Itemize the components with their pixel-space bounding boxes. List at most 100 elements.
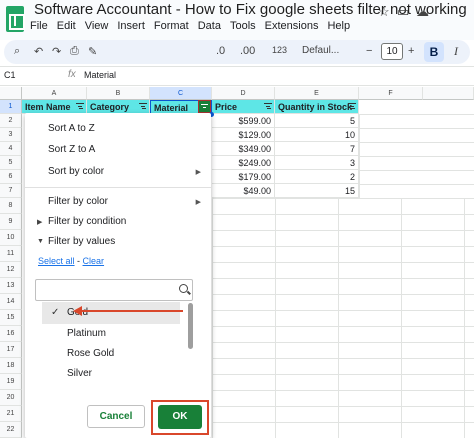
row-header[interactable]: 19 [0, 374, 22, 390]
cancel-button[interactable]: Cancel [87, 405, 145, 428]
row-header[interactable]: 22 [0, 422, 22, 438]
price-cell[interactable]: $249.00 [212, 156, 275, 170]
filter-icon[interactable] [139, 103, 147, 110]
sort-z-to-a[interactable]: Sort Z to A [48, 144, 95, 155]
number-format-button[interactable]: 123 [272, 45, 287, 55]
row-header[interactable]: 4 [0, 142, 22, 156]
value-option-silver[interactable]: Silver [42, 363, 180, 385]
filter-by-values[interactable]: Filter by values [48, 236, 115, 247]
row-header[interactable]: 3 [0, 128, 22, 142]
column-header-d[interactable]: D [212, 87, 275, 100]
cloud-status-icon[interactable]: ☁ [416, 4, 429, 20]
values-scrollbar[interactable] [188, 303, 193, 349]
column-header-g[interactable] [423, 87, 474, 100]
column-header-a[interactable]: A [22, 87, 87, 100]
bold-button[interactable]: B [424, 42, 444, 62]
quantity-cell[interactable]: 2 [275, 170, 359, 184]
expand-down-icon[interactable]: ▼ [37, 238, 44, 245]
price-cell[interactable]: $599.00 [212, 114, 275, 128]
value-search-input[interactable] [35, 279, 193, 301]
value-option-gold[interactable]: ✓ Gold [42, 302, 180, 324]
decimal-increase-icon[interactable]: .00 [240, 45, 255, 57]
row-header[interactable]: 17 [0, 342, 22, 358]
row-header[interactable]: 2 [0, 114, 22, 128]
menu-help[interactable]: Help [327, 20, 350, 32]
font-size-decrease-icon[interactable]: − [366, 45, 372, 57]
paint-format-icon[interactable]: ✎ [88, 45, 97, 58]
row-header[interactable]: 15 [0, 310, 22, 326]
row-header[interactable]: 12 [0, 262, 22, 278]
undo-icon[interactable]: ↶ [34, 45, 43, 58]
row-header[interactable]: 14 [0, 294, 22, 310]
filter-icon[interactable] [76, 103, 84, 110]
row-header[interactable]: 13 [0, 278, 22, 294]
price-cell[interactable]: $349.00 [212, 142, 275, 156]
expand-right-icon[interactable]: ▶ [37, 218, 42, 226]
active-filter-icon[interactable] [198, 100, 211, 113]
select-all-link[interactable]: Select all [38, 256, 75, 266]
column-header-f[interactable]: F [359, 87, 423, 100]
row-header[interactable]: 21 [0, 406, 22, 422]
menu-format[interactable]: Format [154, 20, 189, 32]
value-option-platinum[interactable]: Platinum [42, 323, 180, 345]
filter-icon[interactable] [348, 103, 356, 110]
italic-icon[interactable]: I [454, 44, 458, 59]
formula-input[interactable]: Material [84, 70, 116, 80]
header-cell-quantity[interactable]: Quantity in Stock [275, 100, 359, 114]
clear-link[interactable]: Clear [83, 256, 105, 266]
header-cell-item-name[interactable]: Item Name [22, 100, 87, 114]
filter-by-condition[interactable]: Filter by condition [48, 216, 126, 227]
grid-body-right[interactable] [359, 114, 474, 198]
quantity-cell[interactable]: 3 [275, 156, 359, 170]
value-option-rose-gold[interactable]: Rose Gold [42, 343, 180, 365]
font-family-select[interactable]: Defaul... [302, 45, 339, 56]
sheets-logo-icon[interactable] [6, 6, 25, 32]
folder-move-icon[interactable]: ▭ [397, 4, 409, 20]
row-header[interactable]: 6 [0, 170, 22, 184]
font-size-input[interactable]: 10 [381, 43, 403, 60]
quantity-cell[interactable]: 7 [275, 142, 359, 156]
filter-icon[interactable] [264, 103, 272, 110]
menu-tools[interactable]: Tools [230, 20, 256, 32]
grid-body[interactable] [212, 198, 474, 438]
font-size-increase-icon[interactable]: + [408, 45, 414, 57]
header-cell-price[interactable]: Price [212, 100, 275, 114]
row-header[interactable]: 1 [0, 100, 22, 114]
row-header[interactable]: 20 [0, 390, 22, 406]
column-header-b[interactable]: B [87, 87, 150, 100]
ok-button[interactable]: OK [158, 405, 202, 429]
select-all-corner[interactable] [0, 87, 22, 100]
menu-extensions[interactable]: Extensions [265, 20, 319, 32]
column-header-e[interactable]: E [275, 87, 359, 100]
price-cell[interactable]: $129.00 [212, 128, 275, 142]
row-header[interactable]: 7 [0, 184, 22, 198]
print-icon[interactable]: ⎙ [70, 45, 79, 58]
column-header-c[interactable]: C [150, 87, 212, 100]
star-icon[interactable]: ☆ [378, 4, 390, 20]
menu-view[interactable]: View [85, 20, 109, 32]
filter-by-color[interactable]: Filter by color [48, 196, 108, 207]
menu-edit[interactable]: Edit [57, 20, 76, 32]
decimal-decrease-icon[interactable]: .0 [216, 45, 225, 57]
header-cell-category[interactable]: Category [87, 100, 150, 114]
sort-a-to-z[interactable]: Sort A to Z [48, 123, 95, 134]
quantity-cell[interactable]: 5 [275, 114, 359, 128]
name-box[interactable]: C1 [4, 70, 16, 80]
quantity-cell[interactable]: 10 [275, 128, 359, 142]
row-header[interactable]: 10 [0, 230, 22, 246]
row-header[interactable]: 18 [0, 358, 22, 374]
price-cell[interactable]: $179.00 [212, 170, 275, 184]
row-header[interactable]: 5 [0, 156, 22, 170]
menu-insert[interactable]: Insert [117, 20, 145, 32]
row-header[interactable]: 8 [0, 198, 22, 214]
price-cell[interactable]: $49.00 [212, 184, 275, 198]
search-menus-icon[interactable]: ⌕ [14, 45, 20, 58]
row-header[interactable]: 9 [0, 214, 22, 230]
redo-icon[interactable]: ↷ [52, 45, 61, 58]
menu-file[interactable]: File [30, 20, 48, 32]
sort-by-color[interactable]: Sort by color [48, 166, 104, 177]
row-header[interactable]: 16 [0, 326, 22, 342]
row-header[interactable]: 11 [0, 246, 22, 262]
menu-data[interactable]: Data [198, 20, 221, 32]
quantity-cell[interactable]: 15 [275, 184, 359, 198]
